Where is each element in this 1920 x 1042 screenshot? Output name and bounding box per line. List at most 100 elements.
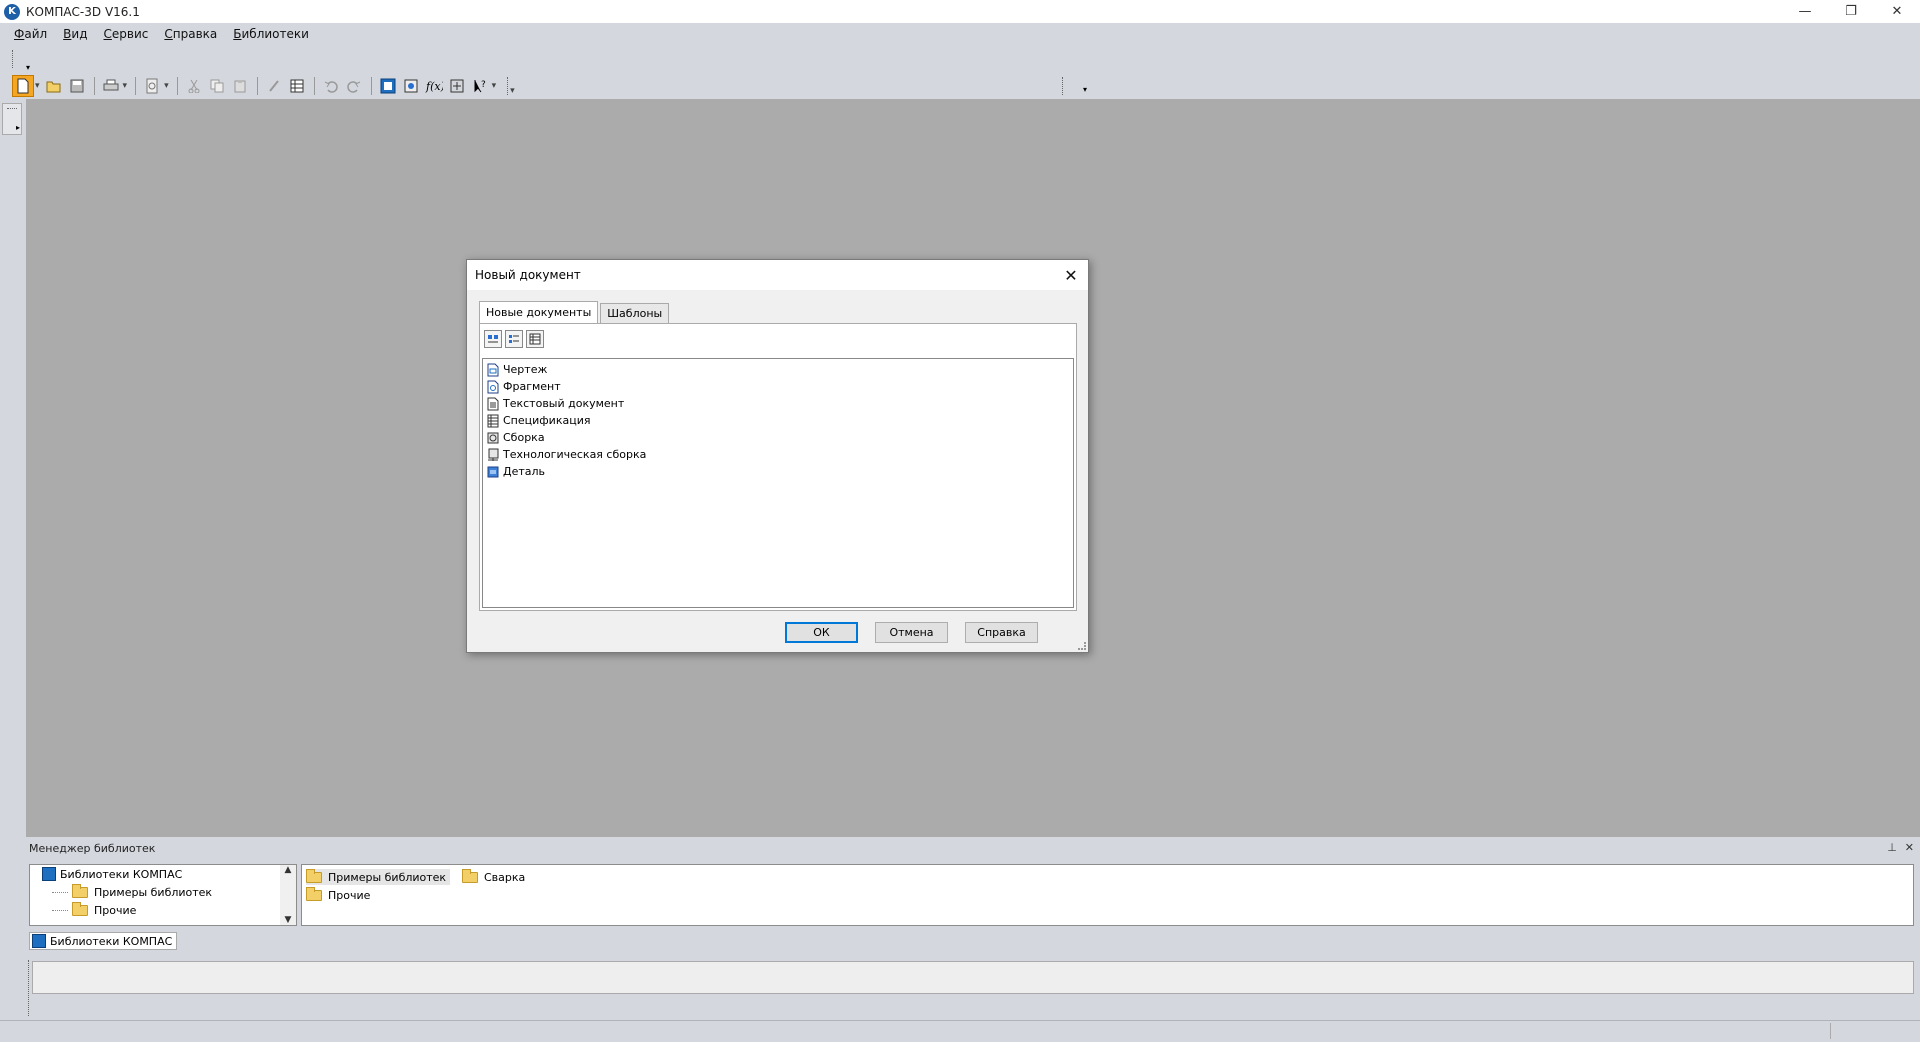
dialog-tabs: Новые документы Шаблоны — [479, 301, 671, 323]
list-item[interactable]: Текстовый документ — [483, 395, 1073, 412]
toolbar-overflow-icon[interactable]: ▾ — [510, 86, 515, 96]
list-item[interactable]: Сборка — [483, 429, 1073, 446]
manager-button[interactable] — [377, 75, 399, 97]
title-bar: K КОМПАС-3D V16.1 — ❐ ✕ — [0, 0, 1920, 23]
library-tab[interactable]: Библиотеки КОМПАС — [29, 932, 178, 950]
tree-item[interactable]: Библиотеки КОМПАС — [30, 865, 296, 883]
tab-new-documents[interactable]: Новые документы — [479, 301, 599, 323]
toolbar-grip[interactable] — [1062, 77, 1065, 95]
preview-button[interactable] — [141, 75, 163, 97]
library-button[interactable] — [446, 75, 468, 97]
toolbar-overflow-icon[interactable]: ▾ — [492, 81, 497, 91]
save-icon — [70, 79, 84, 93]
library-tree: Библиотеки КОМПАС Примеры библиотек Проч… — [29, 864, 297, 926]
standard-toolbar: ▾ ▾ ▾ f(x) ? ▾ ▾ ▾ — [0, 73, 1920, 99]
list-item[interactable]: Спецификация — [483, 412, 1073, 429]
left-panel-strip: ▸ — [0, 99, 26, 1042]
folder-icon — [72, 883, 88, 898]
copy-button[interactable] — [206, 75, 228, 97]
dialog-title-bar: Новый документ ✕ — [467, 260, 1088, 290]
details-view-button[interactable] — [526, 330, 544, 348]
print-dropdown-icon[interactable]: ▾ — [123, 81, 128, 91]
compact-panel-tab[interactable]: ▸ — [2, 103, 22, 135]
tab-templates[interactable]: Шаблоны — [600, 303, 670, 323]
panel-grip[interactable] — [28, 960, 31, 1016]
list-view-button[interactable] — [505, 330, 523, 348]
toolbar-overflow-icon[interactable]: ▾ — [1083, 85, 1087, 94]
list-item[interactable]: Чертеж — [483, 361, 1073, 378]
tree-item[interactable]: Прочие — [30, 901, 296, 919]
kompas-library-icon — [42, 867, 56, 881]
list-item[interactable]: Технологическая сборка — [483, 446, 1073, 463]
variables-button[interactable] — [400, 75, 422, 97]
scroll-down-icon[interactable]: ▼ — [285, 915, 292, 925]
assembly-icon — [486, 431, 500, 445]
copy-icon — [210, 79, 224, 93]
new-document-button[interactable] — [12, 75, 34, 97]
paste-button[interactable] — [229, 75, 251, 97]
undo-button[interactable] — [320, 75, 342, 97]
minimize-button[interactable]: — — [1782, 0, 1828, 23]
function-button[interactable]: f(x) — [423, 75, 445, 97]
open-button[interactable] — [43, 75, 65, 97]
list-item-label: Текстовый документ — [503, 397, 625, 410]
tree-scrollbar[interactable]: ▲ ▼ — [280, 865, 296, 925]
toolbar-grip[interactable] — [12, 50, 15, 68]
toolbar-grip[interactable] — [507, 77, 510, 95]
scroll-up-icon[interactable]: ▲ — [285, 865, 292, 875]
details-view-icon — [529, 333, 541, 345]
part-icon — [486, 465, 500, 479]
tree-connector — [52, 891, 68, 893]
context-help-button[interactable]: ? — [469, 75, 491, 97]
list-item-label: Деталь — [503, 465, 546, 478]
menu-view[interactable]: Вид — [63, 27, 87, 41]
cancel-button[interactable]: Отмена — [875, 622, 948, 643]
large-icons-view-button[interactable] — [484, 330, 502, 348]
scissors-icon — [188, 79, 200, 93]
menu-libraries[interactable]: Библиотеки — [233, 27, 309, 41]
table-button[interactable] — [286, 75, 308, 97]
library-folder-item[interactable]: Сварка — [462, 868, 525, 885]
preview-dropdown-icon[interactable]: ▾ — [164, 81, 169, 91]
new-documents-panel: Чертеж Фрагмент Текстовый документ Специ… — [479, 323, 1077, 611]
undo-icon — [324, 81, 338, 93]
print-button[interactable] — [100, 75, 122, 97]
toolbar-row-1: ▾ — [0, 45, 1920, 73]
redo-button[interactable] — [343, 75, 365, 97]
new-document-dropdown-icon[interactable]: ▾ — [35, 81, 40, 91]
library-folder-label: Примеры библиотек — [328, 870, 447, 884]
svg-text:?: ? — [481, 80, 486, 90]
help-button[interactable]: Справка — [965, 622, 1038, 643]
library-manager-panel: Менеджер библиотек ⊥ ✕ Библиотеки КОМПАС… — [26, 840, 1920, 950]
menu-file[interactable]: Файл — [14, 27, 47, 41]
save-button[interactable] — [66, 75, 88, 97]
pin-icon[interactable]: ⊥ — [1887, 841, 1897, 854]
toolbar-separator — [135, 77, 137, 95]
properties-brush-button[interactable] — [263, 75, 285, 97]
library-manager-close-icon[interactable]: ✕ — [1905, 841, 1914, 854]
restore-button[interactable]: ❐ — [1828, 0, 1874, 23]
kompas-logo-icon: K — [4, 3, 20, 20]
preview-icon — [146, 78, 158, 94]
close-button[interactable]: ✕ — [1874, 0, 1920, 23]
list-item[interactable]: Деталь — [483, 463, 1073, 480]
expand-arrow-icon: ▸ — [15, 123, 20, 132]
printer-icon — [103, 79, 119, 91]
toolbar-separator — [93, 77, 95, 95]
tree-connector — [52, 909, 68, 911]
menu-service[interactable]: Сервис — [104, 27, 149, 41]
cut-button[interactable] — [183, 75, 205, 97]
toolbar-separator — [176, 77, 178, 95]
resize-grip[interactable] — [1078, 642, 1086, 650]
ok-button[interactable]: ОК — [785, 622, 858, 643]
tech-assembly-icon — [486, 448, 500, 462]
library-folder-item[interactable]: Прочие — [306, 886, 371, 903]
menu-help[interactable]: Справка — [164, 27, 217, 41]
library-folder-item[interactable]: Примеры библиотек — [306, 868, 451, 885]
library-icon — [450, 79, 464, 93]
list-item[interactable]: Фрагмент — [483, 378, 1073, 395]
library-folder-label: Прочие — [328, 888, 371, 902]
toolbar-overflow-icon[interactable]: ▾ — [26, 63, 30, 72]
dialog-close-button[interactable]: ✕ — [1060, 264, 1082, 286]
tree-item[interactable]: Примеры библиотек — [30, 883, 296, 901]
